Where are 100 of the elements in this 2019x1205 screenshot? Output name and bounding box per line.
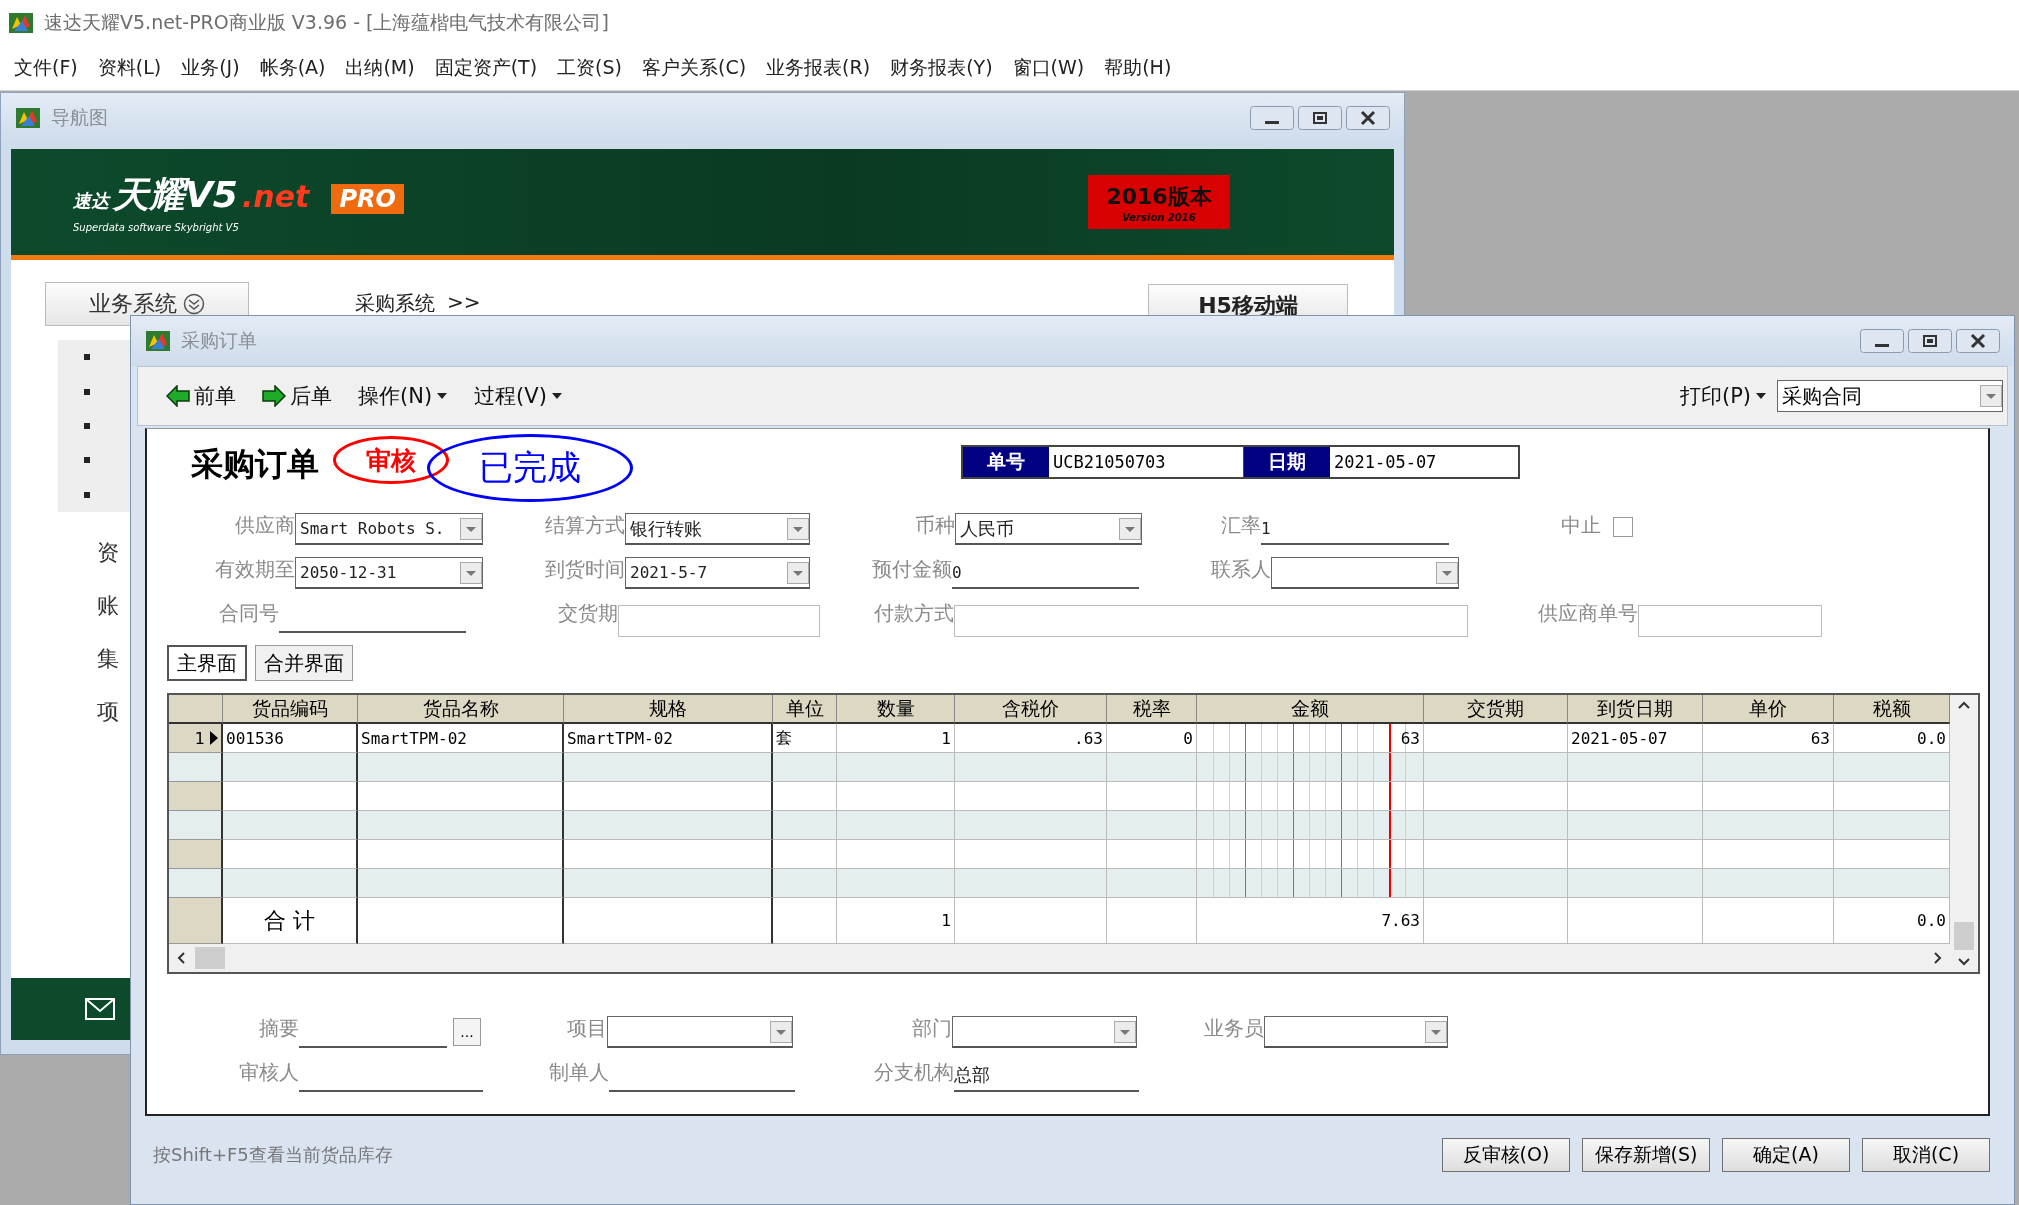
- nav-button[interactable]: 前单: [166, 380, 236, 412]
- caret-icon: [436, 392, 449, 400]
- column-header[interactable]: 货品编码: [223, 695, 358, 724]
- window-title: 导航图: [51, 105, 108, 130]
- menu-item[interactable]: 资料(L): [87, 54, 172, 81]
- menu-item[interactable]: 客户关系(C): [632, 54, 757, 81]
- combo-field[interactable]: 人民币: [955, 513, 1142, 545]
- status-stamp: 已完成: [427, 434, 633, 502]
- menu-item[interactable]: 帐务(A): [249, 54, 336, 81]
- scrollbar-thumb[interactable]: [1954, 922, 1974, 950]
- menu-item[interactable]: 业务报表(R): [756, 54, 881, 81]
- action-button[interactable]: 取消(C): [1862, 1138, 1990, 1172]
- combo-field[interactable]: 2021-5-7: [625, 557, 810, 589]
- column-header[interactable]: 税额: [1834, 695, 1950, 724]
- column-header[interactable]: 规格: [564, 695, 773, 724]
- combo-field[interactable]: 2050-12-31: [295, 557, 483, 589]
- status-hint: 按Shift+F5查看当前货品库存: [153, 1143, 393, 1167]
- row-header[interactable]: [169, 753, 223, 782]
- template-select[interactable]: 采购合同: [1777, 380, 2003, 412]
- app-icon: [145, 329, 171, 353]
- input-field[interactable]: [618, 605, 820, 637]
- combo-field[interactable]: [1264, 1016, 1448, 1048]
- window-title: 采购订单: [181, 328, 257, 353]
- table-cell: [773, 811, 837, 840]
- action-button[interactable]: 保存新增(S): [1582, 1138, 1710, 1172]
- menu-button[interactable]: 操作(N): [358, 380, 449, 412]
- input-field[interactable]: [954, 605, 1468, 637]
- row-header[interactable]: [169, 869, 223, 898]
- minimize-button[interactable]: [1860, 329, 1904, 353]
- combo-field[interactable]: [607, 1016, 793, 1048]
- row-header[interactable]: [169, 840, 223, 869]
- browse-button[interactable]: ...: [453, 1018, 481, 1046]
- nav-item[interactable]: 资: [97, 538, 119, 565]
- input-field[interactable]: 1: [1261, 513, 1449, 545]
- field-label: 交货期: [557, 600, 618, 627]
- combo-field[interactable]: [952, 1016, 1137, 1048]
- field-label: 供应商: [234, 512, 295, 539]
- dropdown-button[interactable]: [460, 517, 482, 540]
- column-header[interactable]: 含税价: [955, 695, 1107, 724]
- column-header[interactable]: 金额: [1197, 695, 1424, 724]
- menu-item[interactable]: 窗口(W): [1002, 54, 1095, 81]
- tab[interactable]: 合并界面: [255, 645, 353, 681]
- nav-item[interactable]: 项: [97, 697, 119, 724]
- menu-item[interactable]: 业务(J): [171, 54, 250, 81]
- logo-badge: PRO: [331, 184, 404, 214]
- action-button[interactable]: 确定(A): [1722, 1138, 1850, 1172]
- dropdown-button[interactable]: [460, 561, 482, 584]
- nav-button[interactable]: 后单: [262, 380, 332, 412]
- dropdown-button[interactable]: [1436, 561, 1458, 584]
- combo-field[interactable]: [1271, 557, 1459, 589]
- column-header[interactable]: 数量: [837, 695, 955, 724]
- column-header[interactable]: 货品名称: [358, 695, 564, 724]
- dropdown-button[interactable]: [1425, 1020, 1447, 1043]
- menu-item[interactable]: 固定资产(T): [424, 54, 548, 81]
- close-button[interactable]: [1956, 329, 2000, 353]
- horizontal-scrollbar[interactable]: [169, 944, 1950, 972]
- column-header[interactable]: 税率: [1107, 695, 1197, 724]
- breadcrumb-arrow: >>: [447, 290, 481, 314]
- print-button[interactable]: 打印(P): [1679, 380, 1767, 412]
- restore-button[interactable]: [1298, 106, 1342, 130]
- row-header[interactable]: 1: [169, 724, 223, 753]
- combo-field[interactable]: 银行转账: [625, 513, 810, 545]
- scrollbar-thumb[interactable]: [195, 947, 225, 969]
- dropdown-button[interactable]: [770, 1020, 792, 1043]
- column-header[interactable]: 单价: [1703, 695, 1834, 724]
- dropdown-button[interactable]: [787, 561, 809, 584]
- nav-item[interactable]: 集: [97, 644, 119, 671]
- minimize-button[interactable]: [1250, 106, 1294, 130]
- field-label: 单号: [963, 447, 1049, 477]
- close-button[interactable]: [1346, 106, 1390, 130]
- combo-field[interactable]: Smart Robots S.: [295, 513, 483, 545]
- input-field[interactable]: 0: [952, 557, 1139, 589]
- dropdown-button[interactable]: [1980, 385, 2002, 407]
- menu-item[interactable]: 工资(S): [547, 54, 632, 81]
- field-label: 联系人: [1210, 556, 1271, 583]
- input-field[interactable]: 总部: [954, 1060, 1139, 1092]
- form-heading: 采购订单: [191, 444, 319, 485]
- menu-item[interactable]: 文件(F): [4, 54, 88, 81]
- column-header[interactable]: 交货期: [1424, 695, 1568, 724]
- input-field[interactable]: [1638, 605, 1822, 637]
- action-button[interactable]: 反审核(O): [1442, 1138, 1570, 1172]
- mail-icon[interactable]: [85, 998, 115, 1020]
- restore-button[interactable]: [1908, 329, 1952, 353]
- dropdown-button[interactable]: [787, 517, 809, 540]
- row-header[interactable]: [169, 782, 223, 811]
- menu-item[interactable]: 帮助(H): [1094, 54, 1182, 81]
- vertical-scrollbar[interactable]: [1950, 695, 1978, 972]
- breadcrumb-link[interactable]: 采购系统: [355, 290, 435, 317]
- dropdown-button[interactable]: [1119, 517, 1141, 540]
- checkbox[interactable]: [1613, 517, 1633, 537]
- row-header[interactable]: [169, 811, 223, 840]
- menu-item[interactable]: 出纳(M): [335, 54, 425, 81]
- column-header[interactable]: 到货日期: [1568, 695, 1703, 724]
- menu-button[interactable]: 过程(V): [474, 380, 563, 412]
- column-header[interactable]: 单位: [773, 695, 837, 724]
- tab[interactable]: 主界面: [167, 645, 247, 681]
- menu-item[interactable]: 财务报表(Y): [880, 54, 1003, 81]
- dropdown-button[interactable]: [1114, 1020, 1136, 1043]
- field-label: 日期: [1244, 447, 1330, 477]
- nav-item[interactable]: 账: [97, 591, 119, 618]
